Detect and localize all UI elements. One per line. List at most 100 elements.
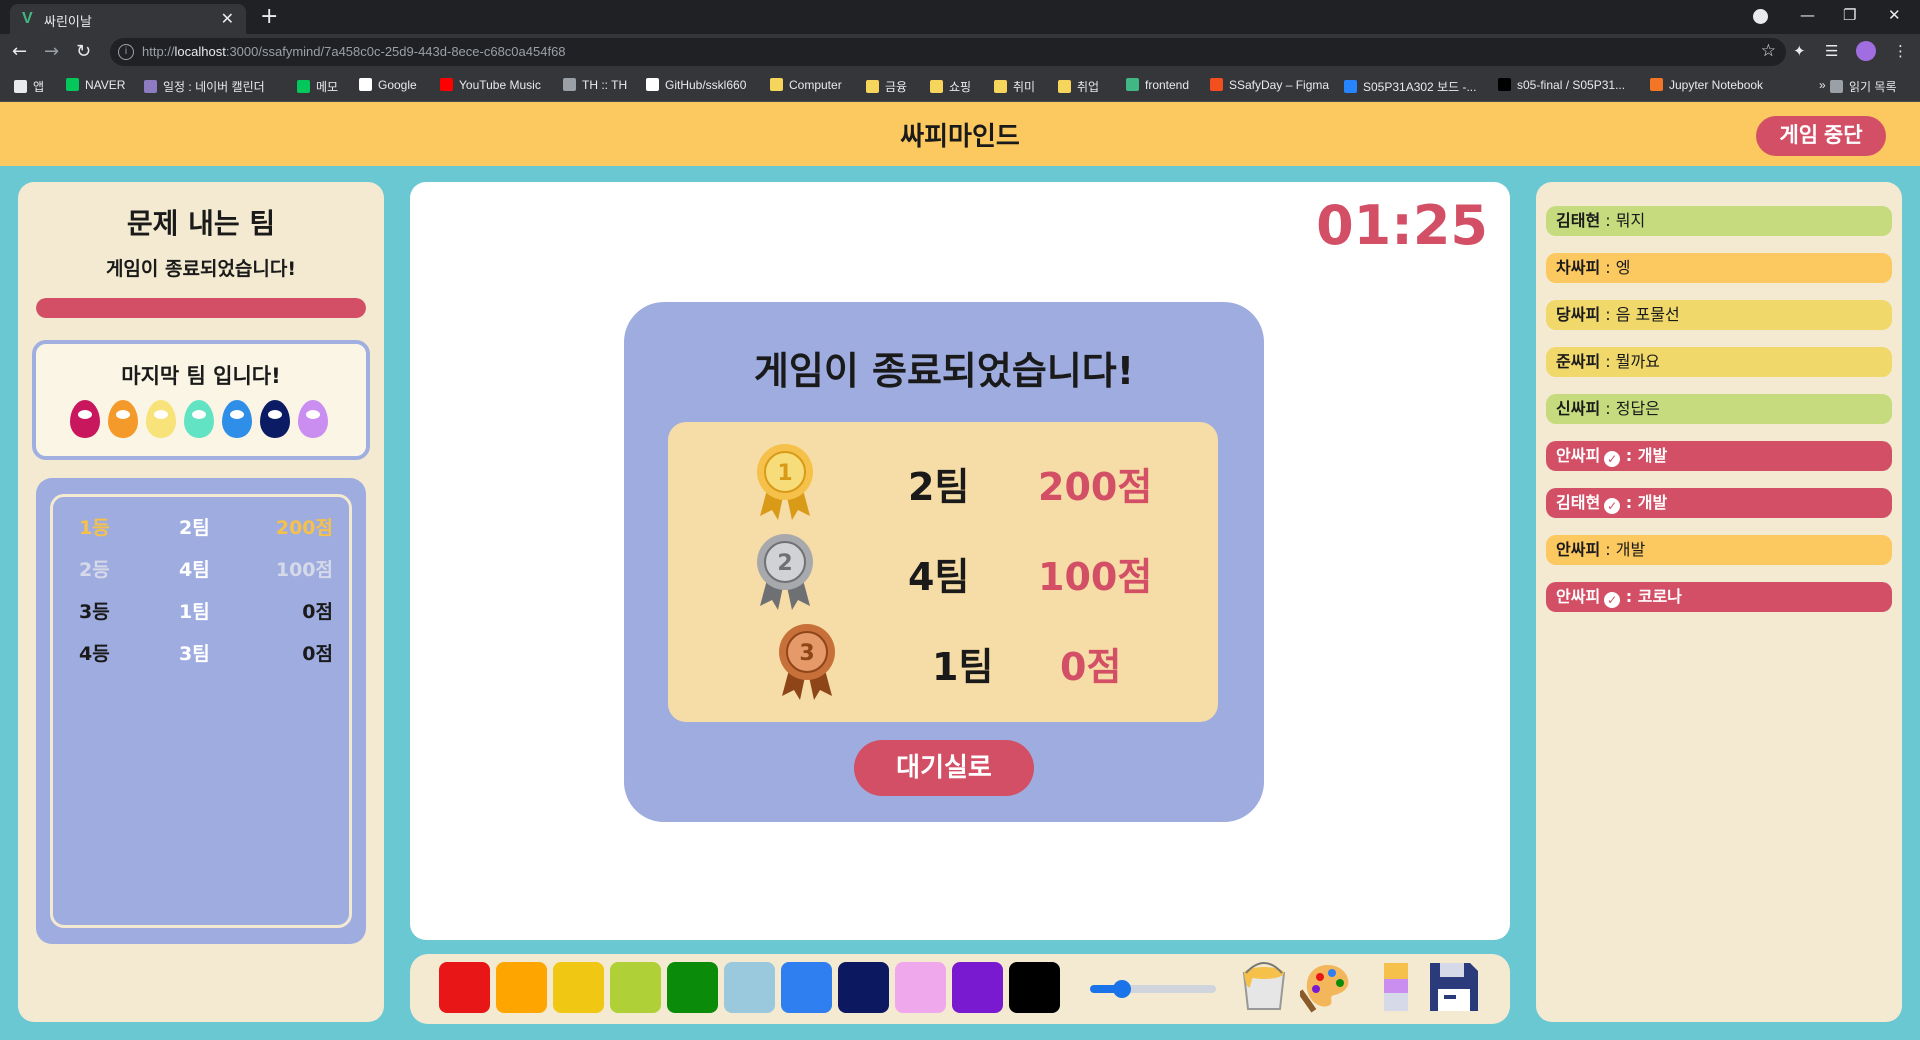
color-swatch[interactable] (724, 962, 775, 1013)
chat-message: 안싸피 ✓ : 개발 (1546, 441, 1892, 471)
bookmark-item[interactable]: 일정 : 네이버 캘린더 (144, 78, 265, 95)
palette-icon[interactable] (1300, 959, 1356, 1015)
bookmark-item[interactable]: 읽기 목록 (1830, 78, 1897, 95)
bookmark-item[interactable]: Google (359, 78, 417, 92)
back-icon[interactable]: ← (12, 41, 27, 62)
chat-text: 개발 (1637, 446, 1668, 465)
ranking-box: 1등 2팀 200점 2등 4팀 100점 3등 1팀 0점 4등 3팀 0점 (36, 478, 366, 944)
bookmark-item[interactable]: frontend (1126, 78, 1189, 92)
drawing-board[interactable]: 01:25 게임이 종료되었습니다! 1 2팀 200점 2 4팀 100점 3 1팀 0점 대… (410, 182, 1510, 940)
bookmark-icon (359, 78, 372, 91)
color-swatch[interactable] (781, 962, 832, 1013)
ranking-row: 1등 2팀 200점 (53, 513, 349, 543)
ranking-rank: 3등 (79, 601, 110, 623)
tab-title: 싸린이날 (44, 15, 92, 30)
bookmark-item[interactable]: 취업 (1058, 78, 1099, 95)
timer: 01:25 (1316, 194, 1488, 257)
chat-message: 김태현 : 뭐지 (1546, 206, 1892, 236)
avatar-face (230, 410, 244, 419)
color-swatch[interactable] (439, 962, 490, 1013)
bookmark-item[interactable]: s05-final / S05P31... (1498, 78, 1625, 92)
color-swatch[interactable] (1009, 962, 1060, 1013)
restore-icon[interactable]: ❐ (1843, 6, 1856, 24)
forward-icon[interactable]: → (44, 41, 59, 62)
chat-panel: 김태현 : 뭐지 차싸피 : 엥 당싸피 : 음 포물선 준싸피 : 뭘까요 신싸피 :… (1536, 182, 1902, 1022)
bookmark-item[interactable]: YouTube Music (440, 78, 541, 92)
slider-thumb[interactable] (1112, 980, 1131, 998)
gold-medal-icon: 1 (757, 444, 813, 520)
bookmark-label: s05-final / S05P31... (1517, 78, 1626, 92)
url-text[interactable]: http://localhost:3000/ssafymind/7a458c0c… (142, 44, 566, 59)
chat-sender: 준싸피 (1556, 352, 1601, 371)
bookmark-label: SSafyDay – Figma (1229, 78, 1330, 92)
new-tab-icon[interactable]: + (260, 4, 278, 29)
chat-separator: : (1620, 587, 1638, 606)
avatar-face (154, 410, 168, 419)
extensions-icon[interactable]: ✦ (1793, 42, 1806, 60)
color-swatch[interactable] (952, 962, 1003, 1013)
ranking-list: 1등 2팀 200점 2등 4팀 100점 3등 1팀 0점 4등 3팀 0점 (50, 494, 352, 928)
bookmark-item[interactable]: GitHub/sskl660 (646, 78, 746, 92)
bookmark-item[interactable]: Jupyter Notebook (1650, 78, 1763, 92)
stop-game-button[interactable]: 게임 중단 (1756, 116, 1886, 156)
bookmark-label: 메모 (316, 80, 339, 94)
menu-icon[interactable]: ⋮ (1893, 42, 1908, 60)
chat-message: 안싸피 : 개발 (1546, 535, 1892, 565)
color-swatch[interactable] (667, 962, 718, 1013)
bookmark-item[interactable]: » (1800, 78, 1826, 92)
close-window-icon[interactable]: ✕ (1888, 6, 1901, 24)
paint-bucket-icon[interactable] (1236, 959, 1292, 1015)
save-icon[interactable] (1426, 959, 1482, 1015)
profile-avatar[interactable] (1856, 41, 1876, 61)
minimize-icon[interactable]: — (1800, 6, 1815, 24)
avatar-face (306, 410, 320, 419)
chat-sender: 차싸피 (1556, 258, 1601, 277)
bookmark-icon (144, 80, 157, 93)
color-swatch[interactable] (838, 962, 889, 1013)
bookmark-item[interactable]: 취미 (994, 78, 1035, 95)
chat-text: 음 포물선 (1615, 305, 1680, 324)
back-to-lobby-button[interactable]: 대기실로 (854, 740, 1034, 796)
chat-text: 개발 (1637, 493, 1668, 512)
info-icon[interactable]: i (118, 44, 134, 60)
medal-number: 3 (799, 641, 814, 666)
team-message: 마지막 팀 입니다! (121, 364, 281, 388)
bookmark-star-icon[interactable]: ☆ (1761, 41, 1776, 61)
bookmark-icon (1650, 78, 1663, 91)
bookmark-label: 일정 : 네이버 캘린더 (163, 80, 265, 94)
chat-separator: : (1600, 399, 1616, 418)
color-swatch[interactable] (553, 962, 604, 1013)
close-icon[interactable]: ✕ (221, 9, 234, 28)
reload-icon[interactable]: ↻ (76, 41, 91, 62)
chat-sender: 안싸피 (1556, 587, 1601, 606)
check-icon: ✓ (1604, 592, 1621, 608)
bookmark-item[interactable]: NAVER (66, 78, 125, 92)
bookmark-icon (563, 78, 576, 91)
tab-search-icon[interactable] (1753, 9, 1768, 24)
color-swatch[interactable] (610, 962, 661, 1013)
bookmark-item[interactable]: 메모 (297, 78, 338, 95)
color-swatch[interactable] (496, 962, 547, 1013)
bookmark-item[interactable]: S05P31A302 보드 -... (1344, 78, 1476, 95)
bookmark-item[interactable]: 금융 (866, 78, 907, 95)
app-header: 싸피마인드 게임 중단 (0, 102, 1920, 166)
left-panel: 문제 내는 팀 게임이 종료되었습니다! 마지막 팀 입니다! 1등 2팀 200점… (18, 182, 384, 1022)
brush-size-slider[interactable] (1090, 980, 1216, 998)
podium-team: 4팀 (908, 555, 970, 599)
eraser-icon[interactable] (1368, 959, 1424, 1015)
bookmark-icon (646, 78, 659, 91)
chat-separator: : (1600, 305, 1616, 324)
browser-tab[interactable]: V 싸린이날 ✕ (10, 4, 246, 34)
bookmark-label: Google (378, 78, 417, 92)
bookmark-item[interactable]: Computer (770, 78, 842, 92)
bookmark-item[interactable]: 앱 (14, 78, 44, 95)
bookmark-item[interactable]: SSafyDay – Figma (1210, 78, 1329, 92)
reading-list-icon[interactable]: ☰ (1825, 42, 1838, 60)
color-swatch[interactable] (895, 962, 946, 1013)
browser-tabstrip: V 싸린이날 ✕ + — ❐ ✕ (0, 0, 1920, 34)
bookmark-label: Jupyter Notebook (1669, 78, 1764, 92)
bookmark-item[interactable]: TH :: TH (563, 78, 627, 92)
bookmark-item[interactable]: 쇼핑 (930, 78, 971, 95)
bookmark-icon (440, 78, 453, 91)
address-bar[interactable]: i http://localhost:3000/ssafymind/7a458c… (110, 38, 1786, 66)
